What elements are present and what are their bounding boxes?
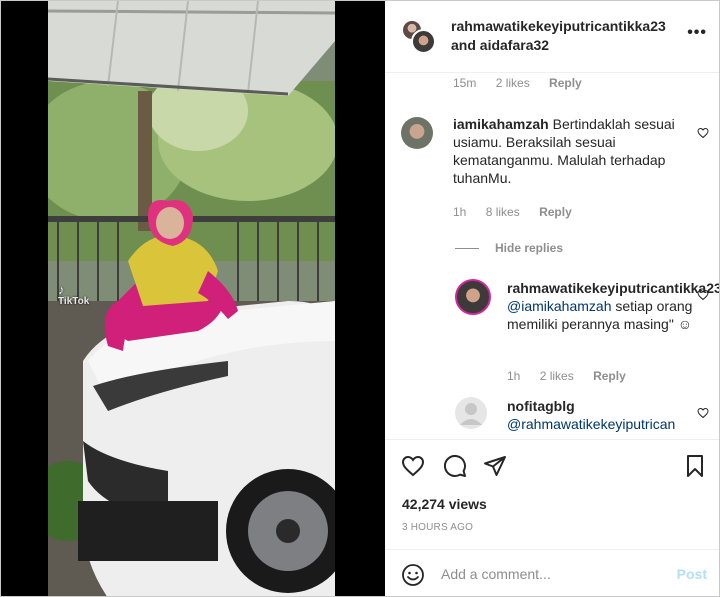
tiktok-note-icon: ♪: [58, 282, 65, 297]
comment-time[interactable]: 15m: [453, 76, 476, 90]
more-options-icon[interactable]: •••: [687, 25, 707, 41]
post-authors: rahmawatikekeyiputricantikka23 and aidaf…: [451, 17, 681, 55]
comment-username[interactable]: iamikahamzah: [453, 116, 549, 132]
reply-meta: 1h 2 likes Reply: [507, 369, 642, 383]
post-media[interactable]: ♪ TikTok: [1, 1, 385, 596]
reply-body: nofitagblg @rahmawatikekeyiputrican: [507, 397, 712, 433]
reply-item: nofitagblg @rahmawatikekeyiputrican: [455, 397, 717, 437]
video-frame[interactable]: ♪ TikTok: [48, 1, 335, 596]
reply-button[interactable]: Reply: [539, 205, 572, 219]
heart-icon[interactable]: [697, 127, 709, 139]
post-button[interactable]: Post: [677, 566, 707, 582]
comment-bubble-icon[interactable]: [443, 454, 467, 478]
post-timestamp[interactable]: 3 HOURS AGO: [402, 522, 473, 533]
instagram-post-window: ♪ TikTok rahmawatikekeyiputricantikka23 …: [0, 0, 720, 597]
tiktok-watermark-text: TikTok: [58, 296, 90, 307]
hide-replies-label[interactable]: Hide replies: [495, 241, 563, 255]
post-details-panel: rahmawatikekeyiputricantikka23 and aidaf…: [385, 1, 719, 596]
default-avatar-icon: [460, 403, 482, 425]
author-username[interactable]: rahmawatikekeyiputricantikka23: [451, 18, 666, 34]
comment-meta: 15m 2 likes Reply: [453, 76, 598, 90]
emoji-icon[interactable]: [401, 563, 425, 587]
reply-button[interactable]: Reply: [549, 76, 582, 90]
heart-icon[interactable]: [697, 289, 709, 301]
add-comment-bar: Post: [385, 549, 719, 596]
mention-link[interactable]: @rahmawatikekeyiputrican: [507, 416, 675, 432]
reply-button[interactable]: Reply: [593, 369, 626, 383]
heart-icon[interactable]: [401, 454, 425, 478]
share-plane-icon[interactable]: [483, 454, 507, 478]
reply-time[interactable]: 1h: [507, 369, 520, 383]
comment-likes[interactable]: 8 likes: [486, 205, 520, 219]
comment-meta: 1h 8 likes Reply: [453, 205, 588, 219]
comment-likes[interactable]: 2 likes: [496, 76, 530, 90]
avatar[interactable]: [401, 117, 433, 149]
reply-likes[interactable]: 2 likes: [540, 369, 574, 383]
avatar[interactable]: [411, 29, 436, 54]
post-header: rahmawatikekeyiputricantikka23 and aidaf…: [385, 1, 719, 73]
comment-body: iamikahamzah Bertindaklah sesuai usiamu.…: [453, 115, 693, 187]
reply-username[interactable]: rahmawatikekeyiputricantikka23: [507, 280, 719, 296]
comment-input[interactable]: [441, 564, 661, 584]
bookmark-icon[interactable]: [683, 454, 707, 478]
coauthor-text[interactable]: and aidafara32: [451, 36, 681, 55]
reply-body: rahmawatikekeyiputricantikka23 @iamikaha…: [507, 279, 719, 333]
comment-time[interactable]: 1h: [453, 205, 466, 219]
collab-avatars[interactable]: [401, 19, 437, 55]
post-actions: 42,274 views 3 HOURS AGO: [385, 439, 719, 539]
hide-replies-button[interactable]: Hide replies: [455, 241, 563, 255]
view-count[interactable]: 42,274 views: [402, 496, 487, 512]
tiktok-watermark: ♪ TikTok: [58, 282, 90, 307]
avatar[interactable]: [455, 397, 487, 429]
reply-username[interactable]: nofitagblg: [507, 398, 575, 414]
video-scene: [48, 1, 335, 596]
mention-link[interactable]: @iamikahamzah: [507, 298, 611, 314]
heart-icon[interactable]: [697, 407, 709, 419]
divider: [455, 248, 479, 250]
avatar[interactable]: [455, 279, 491, 315]
